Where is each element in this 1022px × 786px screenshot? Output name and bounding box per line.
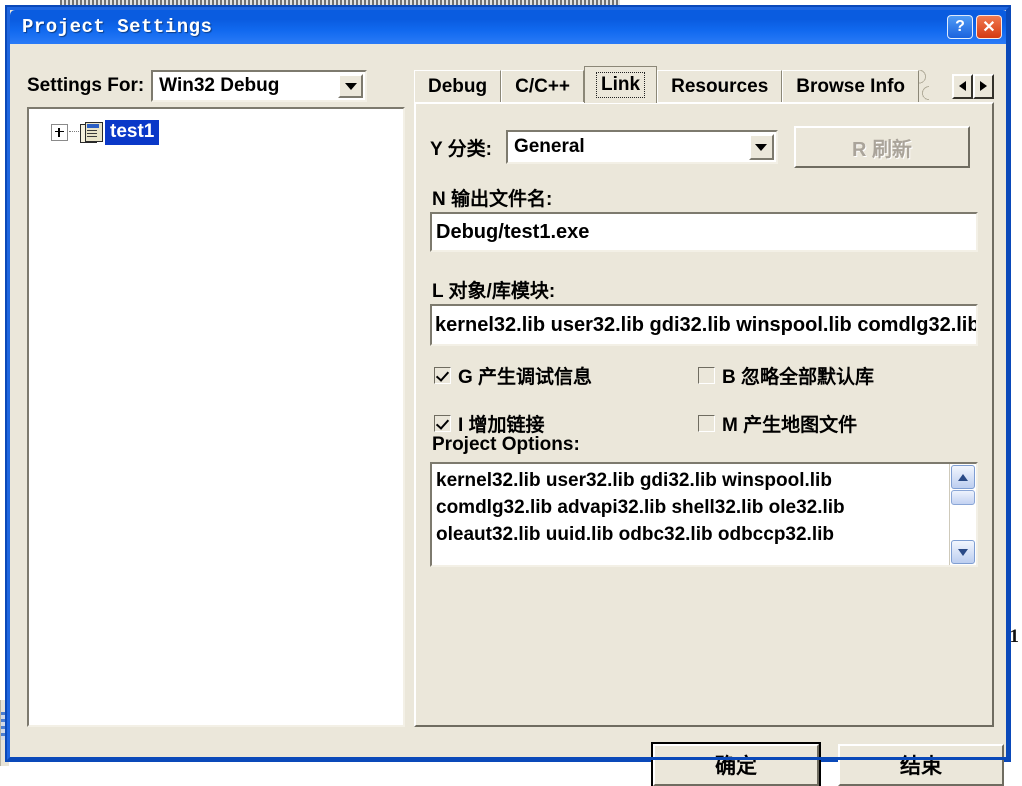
- tab-browse-info-label: Browse Info: [796, 76, 905, 97]
- checkbox-generate-debug-info[interactable]: G 产生调试信息: [434, 362, 592, 389]
- settings-for-combobox[interactable]: Win32 Debug: [151, 70, 368, 102]
- tab-link[interactable]: Link: [584, 66, 658, 103]
- dialog-buttons: 确定 结束: [651, 742, 1004, 786]
- tab-debug-label: Debug: [428, 76, 488, 97]
- tab-cpp[interactable]: C/C++: [501, 70, 585, 103]
- tree-item-label[interactable]: test1: [105, 119, 160, 145]
- checkbox-box[interactable]: [698, 367, 715, 384]
- ok-button[interactable]: 确定: [651, 742, 821, 786]
- category-value: General: [513, 136, 585, 157]
- tab-strip: Debug C/C++ Link Resources Browse Info: [414, 66, 994, 103]
- tab-scroll-right-icon[interactable]: [973, 73, 994, 99]
- tab-resources[interactable]: Resources: [657, 70, 783, 103]
- link-tab-page: Y 分类: General R 刷新 N 输出文件名: Debug/test1.…: [414, 102, 994, 727]
- settings-for-label: Settings For:: [27, 75, 145, 96]
- checkbox-label: I 增加链接: [458, 415, 545, 436]
- object-library-label: L 对象/库模块:: [432, 281, 556, 302]
- project-tree[interactable]: test1: [27, 107, 405, 727]
- object-library-input[interactable]: kernel32.lib user32.lib gdi32.lib winspo…: [430, 304, 978, 346]
- expand-plus-icon[interactable]: [51, 123, 68, 141]
- window-title: Project Settings: [22, 16, 213, 38]
- checkbox-box[interactable]: [434, 415, 451, 432]
- checkbox-box[interactable]: [698, 415, 715, 432]
- help-icon[interactable]: ?: [947, 15, 973, 39]
- project-options-scrollbar[interactable]: [949, 464, 976, 565]
- settings-for-value: Win32 Debug: [159, 75, 280, 96]
- project-icon: [80, 122, 103, 143]
- checkbox-ignore-all-default-libraries[interactable]: B 忽略全部默认库: [698, 362, 874, 389]
- output-file-label: N 输出文件名:: [432, 189, 553, 210]
- checkbox-box[interactable]: [434, 367, 451, 384]
- tab-resources-label: Resources: [671, 76, 769, 97]
- category-label: Y 分类:: [430, 138, 492, 160]
- checkbox-label: B 忽略全部默认库: [722, 367, 875, 388]
- project-options-textarea[interactable]: kernel32.lib user32.lib gdi32.lib winspo…: [430, 462, 978, 567]
- output-file-input[interactable]: Debug/test1.exe: [430, 212, 978, 252]
- chevron-down-icon[interactable]: [748, 134, 774, 160]
- background-margin-number: 1: [1009, 626, 1020, 647]
- settings-for-panel: Settings For: Win32 Debug test1: [27, 70, 405, 727]
- project-options-line: comdlg32.lib advapi32.lib shell32.lib ol…: [436, 496, 845, 518]
- close-icon[interactable]: ✕: [976, 15, 1002, 39]
- checkbox-label: G 产生调试信息: [458, 367, 593, 388]
- project-options-text[interactable]: kernel32.lib user32.lib gdi32.lib winspo…: [432, 464, 949, 565]
- tab-overflow-indicator: [919, 70, 929, 103]
- project-settings-dialog: Project Settings ? ✕ Settings For: Win32…: [6, 6, 1010, 786]
- refresh-button: R 刷新: [793, 126, 970, 168]
- settings-tab-panel: Debug C/C++ Link Resources Browse Info Y…: [414, 66, 994, 727]
- tab-browse-info[interactable]: Browse Info: [782, 70, 919, 103]
- tree-item-test1[interactable]: test1: [51, 119, 160, 145]
- project-options-label: Project Options:: [432, 434, 580, 455]
- checkbox-label: M 产生地图文件: [722, 415, 858, 436]
- tab-cpp-label: C/C++: [515, 76, 571, 97]
- checkbox-incremental-link[interactable]: I 增加链接: [434, 410, 545, 437]
- tab-scroll-buttons: [952, 71, 994, 101]
- category-row: Y 分类: General R 刷新: [430, 126, 978, 168]
- scroll-up-icon[interactable]: [951, 465, 975, 489]
- title-bar[interactable]: Project Settings ? ✕: [10, 10, 1008, 44]
- tab-scroll-left-icon[interactable]: [952, 73, 973, 99]
- title-bar-buttons: ? ✕: [947, 15, 1002, 39]
- tree-connector-line: [69, 131, 79, 133]
- cancel-button[interactable]: 结束: [838, 744, 1004, 786]
- tab-link-label: Link: [596, 72, 646, 98]
- tab-debug[interactable]: Debug: [414, 70, 502, 103]
- settings-for-row: Settings For: Win32 Debug: [27, 70, 368, 102]
- scrollbar-thumb[interactable]: [951, 490, 975, 505]
- project-options-line: oleaut32.lib uuid.lib odbc32.lib odbccp3…: [436, 523, 834, 545]
- chevron-down-icon[interactable]: [338, 74, 364, 98]
- checkbox-generate-mapfile[interactable]: M 产生地图文件: [698, 410, 857, 437]
- category-combobox[interactable]: General: [505, 130, 778, 164]
- scroll-down-icon[interactable]: [951, 540, 975, 564]
- dialog-client-area: Settings For: Win32 Debug test1 Debug C/…: [10, 44, 1008, 786]
- project-options-line: kernel32.lib user32.lib gdi32.lib winspo…: [436, 470, 832, 491]
